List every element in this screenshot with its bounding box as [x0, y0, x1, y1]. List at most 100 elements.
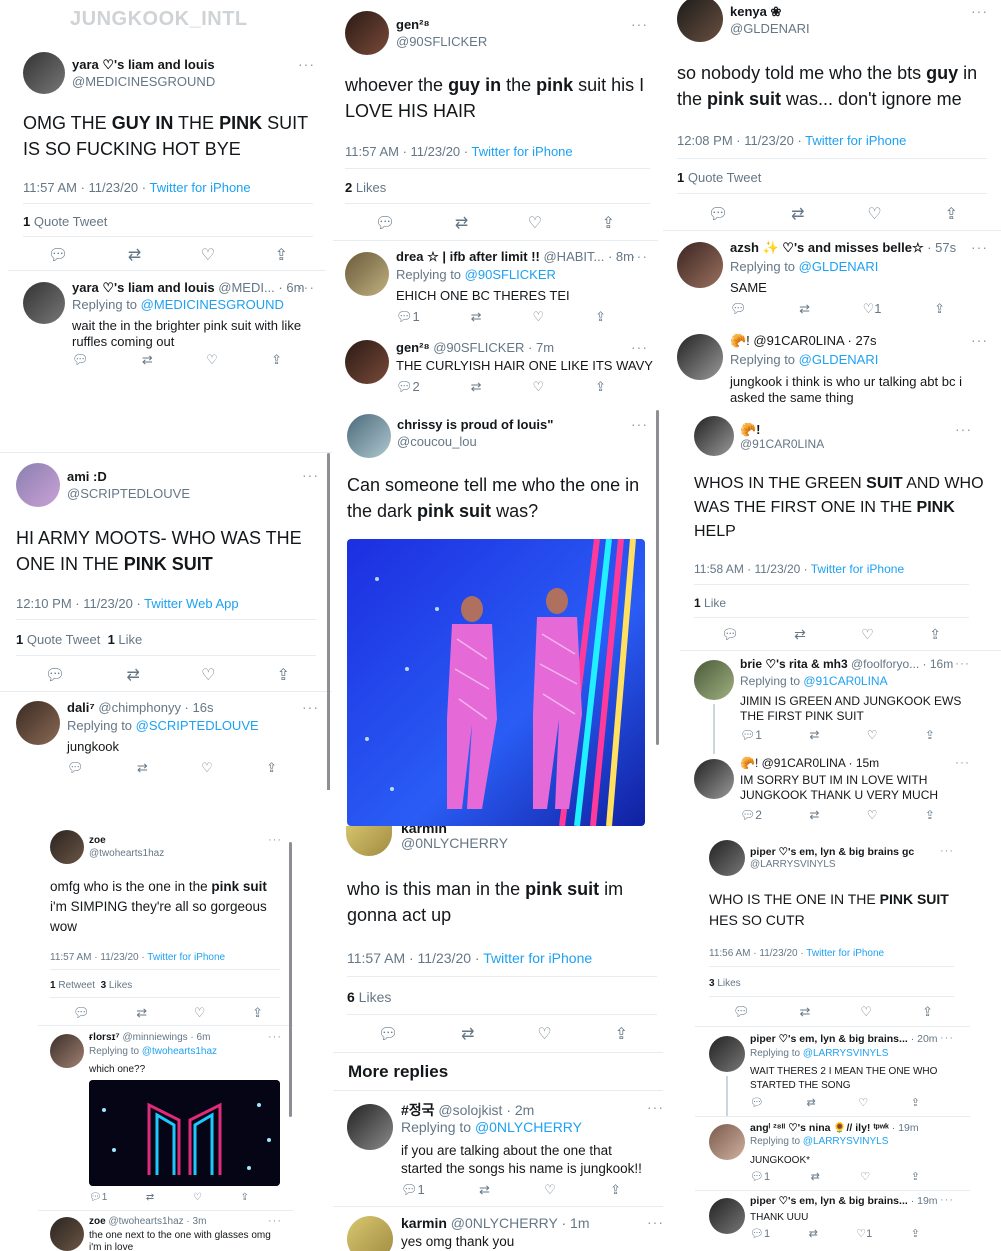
- avatar[interactable]: [709, 840, 745, 876]
- author-handle[interactable]: @SCRIPTEDLOUVE: [67, 486, 190, 501]
- like-icon[interactable]: ♡: [860, 1170, 870, 1183]
- avatar[interactable]: [346, 826, 392, 856]
- source-link[interactable]: Twitter for iPhone: [149, 180, 250, 195]
- like-icon[interactable]: ♡: [201, 665, 215, 685]
- share-icon[interactable]: ⇪: [602, 213, 615, 233]
- author-handle[interactable]: @91CAR0LINA: [740, 437, 824, 451]
- share-icon[interactable]: ⇪: [615, 1024, 628, 1044]
- avatar[interactable]: [709, 1198, 745, 1234]
- avatar[interactable]: [50, 830, 84, 864]
- avatar[interactable]: [50, 1034, 84, 1068]
- avatar[interactable]: [345, 252, 389, 296]
- reply-icon[interactable]: 💬︎: [375, 213, 395, 233]
- like-icon[interactable]: ♡: [867, 204, 881, 224]
- avatar[interactable]: [694, 416, 734, 456]
- reply-author[interactable]: piper ♡'s em, lyn & big brains... · 20m: [750, 1033, 938, 1045]
- more-icon[interactable]: ···: [971, 3, 988, 19]
- author-handle[interactable]: @GLDENARI: [730, 21, 810, 36]
- retweet-icon[interactable]: ⇄: [142, 352, 153, 368]
- like-icon[interactable]: ♡: [858, 1096, 868, 1109]
- reply-icon[interactable]: 💬︎2: [740, 808, 762, 822]
- reply-icon[interactable]: 💬︎1: [750, 1170, 770, 1183]
- avatar[interactable]: [345, 340, 389, 384]
- source-link[interactable]: Twitter Web App: [144, 596, 238, 611]
- more-icon[interactable]: ···: [955, 421, 972, 437]
- avatar[interactable]: [347, 1216, 393, 1251]
- mention-link[interactable]: @GLDENARI: [799, 259, 879, 274]
- like-icon[interactable]: ♡1: [856, 1227, 872, 1240]
- reply-author[interactable]: angˡ ²⁸ᴵᴵ ♡'s nina 🌻// ily! ᵗᵖʷᵏ · 19m: [750, 1121, 919, 1134]
- share-icon[interactable]: ⇪: [925, 808, 935, 822]
- mention-link[interactable]: @LARRYSVINYLS: [803, 1136, 889, 1147]
- mention-link[interactable]: @0NLYCHERRY: [475, 1119, 582, 1135]
- retweet-icon[interactable]: ⇄: [471, 309, 482, 325]
- like-icon[interactable]: ♡: [193, 1192, 202, 1203]
- avatar[interactable]: [345, 11, 389, 55]
- reply-author[interactable]: drea ☆ | ifb after limit !! @HABIT... · …: [396, 249, 634, 265]
- retweet-icon[interactable]: ⇄: [461, 1024, 474, 1044]
- reply-icon[interactable]: 💬︎2: [396, 379, 420, 395]
- more-icon[interactable]: ···: [647, 1099, 663, 1115]
- author-name[interactable]: zoe: [89, 835, 106, 846]
- quote-tweet-count[interactable]: 1 Quote Tweet: [677, 170, 761, 185]
- retweet-icon[interactable]: ⇄: [799, 301, 810, 317]
- like-icon[interactable]: ♡: [206, 352, 218, 368]
- more-icon[interactable]: ···: [940, 1194, 954, 1206]
- mention-link[interactable]: @90SFLICKER: [465, 267, 556, 282]
- mention-link[interactable]: @SCRIPTEDLOUVE: [136, 718, 259, 733]
- retweet-icon[interactable]: ⇄: [809, 1227, 818, 1240]
- reply-author[interactable]: brie ♡'s rita & mh3 @foolforyo... · 16m: [740, 657, 953, 671]
- reply-icon[interactable]: 💬︎1: [750, 1227, 770, 1240]
- reply-icon[interactable]: 💬︎: [45, 665, 65, 685]
- like-icon[interactable]: ♡: [867, 728, 878, 742]
- reply-author[interactable]: yara ♡'s liam and louis @MEDI... · 6m: [72, 280, 304, 296]
- retweet-icon[interactable]: ⇄: [146, 1192, 154, 1203]
- reply-author[interactable]: #정국 @solojkist · 2m: [401, 1100, 534, 1120]
- tweet-stats[interactable]: 1 Quote Tweet 1 Like: [16, 632, 142, 647]
- reply-icon[interactable]: 💬︎: [48, 245, 68, 265]
- more-icon[interactable]: ···: [971, 332, 988, 348]
- author-name[interactable]: yara ♡'s liam and louis: [72, 57, 215, 73]
- avatar[interactable]: [709, 1036, 745, 1072]
- share-icon[interactable]: ⇪: [911, 1227, 920, 1240]
- avatar[interactable]: [347, 414, 391, 458]
- share-icon[interactable]: ⇪: [266, 760, 277, 776]
- share-icon[interactable]: ⇪: [925, 728, 935, 742]
- share-icon[interactable]: ⇪: [929, 626, 941, 643]
- author-name[interactable]: chrissy is proud of louis": [397, 417, 553, 432]
- avatar[interactable]: [677, 334, 723, 380]
- reply-icon[interactable]: 💬︎: [708, 204, 728, 224]
- reply-icon[interactable]: 💬︎: [750, 1096, 764, 1109]
- avatar[interactable]: [694, 660, 734, 700]
- retweet-icon[interactable]: ⇄: [136, 1005, 147, 1021]
- scrollbar[interactable]: [289, 842, 292, 1117]
- scrollbar[interactable]: [327, 453, 330, 790]
- like-icon[interactable]: ♡: [860, 1004, 872, 1020]
- reply-icon[interactable]: 💬︎: [378, 1024, 398, 1044]
- source-link[interactable]: Twitter for iPhone: [147, 952, 225, 963]
- author-name[interactable]: ami :D: [67, 469, 107, 484]
- more-icon[interactable]: ···: [647, 1214, 663, 1230]
- reply-author[interactable]: ғlorsɪ⁷ @minniewings · 6m: [89, 1032, 210, 1043]
- avatar[interactable]: [23, 52, 65, 94]
- share-icon[interactable]: ⇪: [945, 204, 958, 224]
- share-icon[interactable]: ⇪: [595, 309, 606, 325]
- reply-icon[interactable]: 💬︎: [733, 1004, 750, 1020]
- like-icon[interactable]: ♡: [533, 379, 545, 395]
- source-link[interactable]: Twitter for iPhone: [483, 950, 592, 966]
- author-name[interactable]: piper ♡'s em, lyn & big brains gc: [750, 846, 914, 858]
- retweet-icon[interactable]: ⇄: [809, 808, 819, 822]
- reply-author[interactable]: piper ♡'s em, lyn & big brains... · 19m: [750, 1195, 938, 1207]
- author-handle[interactable]: @MEDICINESGROUND: [72, 74, 215, 89]
- more-icon[interactable]: ···: [955, 755, 970, 769]
- reply-icon[interactable]: 💬︎: [73, 1005, 90, 1021]
- more-icon[interactable]: ···: [631, 16, 648, 32]
- avatar[interactable]: [677, 242, 723, 288]
- more-icon[interactable]: ···: [971, 239, 988, 255]
- avatar[interactable]: [709, 1124, 745, 1160]
- retweet-icon[interactable]: ⇄: [800, 1004, 811, 1020]
- share-icon[interactable]: ⇪: [277, 665, 290, 685]
- source-link[interactable]: Twitter for iPhone: [806, 948, 884, 959]
- more-icon[interactable]: ···: [268, 1215, 282, 1227]
- reply-icon[interactable]: 💬︎: [721, 626, 739, 643]
